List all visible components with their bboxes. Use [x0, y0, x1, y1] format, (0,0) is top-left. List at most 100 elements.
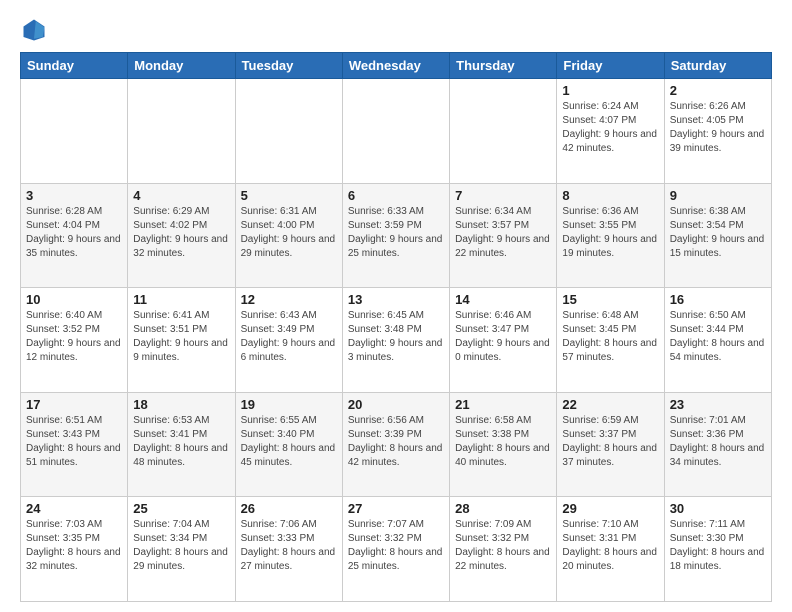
- day-info: Sunrise: 7:10 AM Sunset: 3:31 PM Dayligh…: [562, 518, 658, 574]
- day-info: Sunrise: 6:56 AM Sunset: 3:39 PM Dayligh…: [348, 414, 444, 470]
- day-cell: 23 Sunrise: 7:01 AM Sunset: 3:36 PM Dayli…: [664, 392, 771, 497]
- day-number: 12: [241, 292, 337, 307]
- day-cell: 10 Sunrise: 6:40 AM Sunset: 3:52 PM Dayli…: [21, 288, 128, 393]
- day-cell: 19 Sunrise: 6:55 AM Sunset: 3:40 PM Dayli…: [235, 392, 342, 497]
- day-info: Sunrise: 6:40 AM Sunset: 3:52 PM Dayligh…: [26, 309, 122, 365]
- day-cell: [128, 79, 235, 184]
- page: SundayMondayTuesdayWednesdayThursdayFrid…: [0, 0, 792, 612]
- day-cell: 26Sunrise: 7:06 AM Sunset: 3:33 PM Dayli…: [235, 497, 342, 602]
- day-number: 3: [26, 188, 122, 203]
- day-number: 1: [562, 83, 658, 98]
- day-number: 2: [670, 83, 766, 98]
- day-cell: 28Sunrise: 7:09 AM Sunset: 3:32 PM Dayli…: [450, 497, 557, 602]
- day-info: Sunrise: 6:46 AM Sunset: 3:47 PM Dayligh…: [455, 309, 551, 365]
- day-cell: 9 Sunrise: 6:38 AM Sunset: 3:54 PM Daylig…: [664, 183, 771, 288]
- day-cell: [450, 79, 557, 184]
- day-number: 25: [133, 501, 229, 516]
- day-header-friday: Friday: [557, 53, 664, 79]
- day-number: 8: [562, 188, 658, 203]
- day-info: Sunrise: 6:38 AM Sunset: 3:54 PM Dayligh…: [670, 205, 766, 261]
- day-number: 27: [348, 501, 444, 516]
- week-row-5: 24 Sunrise: 7:03 AM Sunset: 3:35 PM Dayli…: [21, 497, 772, 602]
- day-info: Sunrise: 6:24 AM Sunset: 4:07 PM Dayligh…: [562, 100, 658, 156]
- day-number: 30: [670, 501, 766, 516]
- day-number: 18: [133, 397, 229, 412]
- day-number: 24: [26, 501, 122, 516]
- day-info: Sunrise: 7:11 AM Sunset: 3:30 PM Dayligh…: [670, 518, 766, 574]
- day-info: Sunrise: 6:48 AM Sunset: 3:45 PM Dayligh…: [562, 309, 658, 365]
- day-info: Sunrise: 6:43 AM Sunset: 3:49 PM Dayligh…: [241, 309, 337, 365]
- day-cell: 13 Sunrise: 6:45 AM Sunset: 3:48 PM Dayli…: [342, 288, 449, 393]
- day-info: Sunrise: 6:28 AM Sunset: 4:04 PM Dayligh…: [26, 205, 122, 261]
- day-number: 23: [670, 397, 766, 412]
- day-cell: 11 Sunrise: 6:41 AM Sunset: 3:51 PM Dayli…: [128, 288, 235, 393]
- day-cell: [235, 79, 342, 184]
- day-cell: 1 Sunrise: 6:24 AM Sunset: 4:07 PM Daylig…: [557, 79, 664, 184]
- day-info: Sunrise: 6:58 AM Sunset: 3:38 PM Dayligh…: [455, 414, 551, 470]
- day-info: Sunrise: 6:41 AM Sunset: 3:51 PM Dayligh…: [133, 309, 229, 365]
- day-info: Sunrise: 6:29 AM Sunset: 4:02 PM Dayligh…: [133, 205, 229, 261]
- day-cell: 7 Sunrise: 6:34 AM Sunset: 3:57 PM Daylig…: [450, 183, 557, 288]
- day-cell: 3 Sunrise: 6:28 AM Sunset: 4:04 PM Daylig…: [21, 183, 128, 288]
- calendar: SundayMondayTuesdayWednesdayThursdayFrid…: [20, 52, 772, 602]
- day-cell: 6 Sunrise: 6:33 AM Sunset: 3:59 PM Daylig…: [342, 183, 449, 288]
- day-number: 16: [670, 292, 766, 307]
- day-info: Sunrise: 7:04 AM Sunset: 3:34 PM Dayligh…: [133, 518, 229, 574]
- day-cell: 30 Sunrise: 7:11 AM Sunset: 3:30 PM Dayli…: [664, 497, 771, 602]
- day-info: Sunrise: 6:34 AM Sunset: 3:57 PM Dayligh…: [455, 205, 551, 261]
- day-cell: 20Sunrise: 6:56 AM Sunset: 3:39 PM Dayli…: [342, 392, 449, 497]
- day-number: 22: [562, 397, 658, 412]
- day-cell: 22 Sunrise: 6:59 AM Sunset: 3:37 PM Dayli…: [557, 392, 664, 497]
- day-info: Sunrise: 6:55 AM Sunset: 3:40 PM Dayligh…: [241, 414, 337, 470]
- day-number: 6: [348, 188, 444, 203]
- week-row-1: 1 Sunrise: 6:24 AM Sunset: 4:07 PM Daylig…: [21, 79, 772, 184]
- day-info: Sunrise: 7:07 AM Sunset: 3:32 PM Dayligh…: [348, 518, 444, 574]
- header: [20, 16, 772, 44]
- day-cell: 24 Sunrise: 7:03 AM Sunset: 3:35 PM Dayli…: [21, 497, 128, 602]
- day-number: 19: [241, 397, 337, 412]
- day-header-monday: Monday: [128, 53, 235, 79]
- week-row-3: 10 Sunrise: 6:40 AM Sunset: 3:52 PM Dayli…: [21, 288, 772, 393]
- day-number: 26: [241, 501, 337, 516]
- day-cell: 21Sunrise: 6:58 AM Sunset: 3:38 PM Dayli…: [450, 392, 557, 497]
- day-header-thursday: Thursday: [450, 53, 557, 79]
- day-cell: 12 Sunrise: 6:43 AM Sunset: 3:49 PM Dayli…: [235, 288, 342, 393]
- week-row-4: 17Sunrise: 6:51 AM Sunset: 3:43 PM Dayli…: [21, 392, 772, 497]
- day-info: Sunrise: 6:59 AM Sunset: 3:37 PM Dayligh…: [562, 414, 658, 470]
- day-info: Sunrise: 6:45 AM Sunset: 3:48 PM Dayligh…: [348, 309, 444, 365]
- day-cell: 17Sunrise: 6:51 AM Sunset: 3:43 PM Dayli…: [21, 392, 128, 497]
- day-info: Sunrise: 6:33 AM Sunset: 3:59 PM Dayligh…: [348, 205, 444, 261]
- day-cell: 2 Sunrise: 6:26 AM Sunset: 4:05 PM Daylig…: [664, 79, 771, 184]
- day-cell: 18 Sunrise: 6:53 AM Sunset: 3:41 PM Dayli…: [128, 392, 235, 497]
- day-number: 9: [670, 188, 766, 203]
- logo-icon: [20, 16, 48, 44]
- day-number: 11: [133, 292, 229, 307]
- day-cell: [21, 79, 128, 184]
- day-number: 13: [348, 292, 444, 307]
- day-header-saturday: Saturday: [664, 53, 771, 79]
- day-number: 10: [26, 292, 122, 307]
- day-cell: 16 Sunrise: 6:50 AM Sunset: 3:44 PM Dayli…: [664, 288, 771, 393]
- day-info: Sunrise: 6:36 AM Sunset: 3:55 PM Dayligh…: [562, 205, 658, 261]
- day-info: Sunrise: 7:01 AM Sunset: 3:36 PM Dayligh…: [670, 414, 766, 470]
- day-cell: 14Sunrise: 6:46 AM Sunset: 3:47 PM Dayli…: [450, 288, 557, 393]
- day-number: 5: [241, 188, 337, 203]
- header-row: SundayMondayTuesdayWednesdayThursdayFrid…: [21, 53, 772, 79]
- day-number: 4: [133, 188, 229, 203]
- day-header-tuesday: Tuesday: [235, 53, 342, 79]
- day-header-wednesday: Wednesday: [342, 53, 449, 79]
- day-info: Sunrise: 6:51 AM Sunset: 3:43 PM Dayligh…: [26, 414, 122, 470]
- day-cell: 8 Sunrise: 6:36 AM Sunset: 3:55 PM Daylig…: [557, 183, 664, 288]
- day-info: Sunrise: 6:50 AM Sunset: 3:44 PM Dayligh…: [670, 309, 766, 365]
- day-cell: 29 Sunrise: 7:10 AM Sunset: 3:31 PM Dayli…: [557, 497, 664, 602]
- day-info: Sunrise: 6:53 AM Sunset: 3:41 PM Dayligh…: [133, 414, 229, 470]
- day-number: 7: [455, 188, 551, 203]
- day-info: Sunrise: 6:26 AM Sunset: 4:05 PM Dayligh…: [670, 100, 766, 156]
- day-number: 15: [562, 292, 658, 307]
- day-cell: 15 Sunrise: 6:48 AM Sunset: 3:45 PM Dayli…: [557, 288, 664, 393]
- day-info: Sunrise: 7:03 AM Sunset: 3:35 PM Dayligh…: [26, 518, 122, 574]
- day-number: 29: [562, 501, 658, 516]
- day-number: 28: [455, 501, 551, 516]
- day-cell: 25 Sunrise: 7:04 AM Sunset: 3:34 PM Dayli…: [128, 497, 235, 602]
- day-cell: 5Sunrise: 6:31 AM Sunset: 4:00 PM Daylig…: [235, 183, 342, 288]
